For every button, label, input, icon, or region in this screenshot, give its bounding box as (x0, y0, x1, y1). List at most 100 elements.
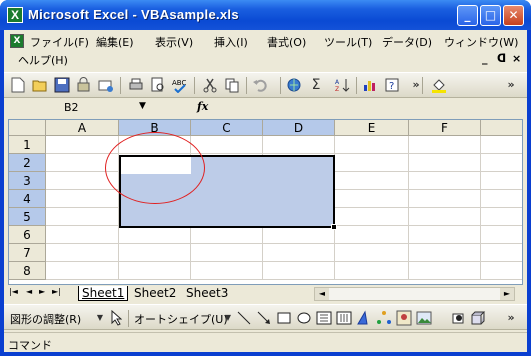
column-header-f[interactable]: F (409, 120, 481, 136)
row-header-6[interactable]: 6 (9, 226, 46, 244)
grid-cell[interactable] (191, 262, 263, 280)
fill-color-icon[interactable] (431, 77, 447, 93)
previous-sheet-button[interactable]: ◄ (26, 287, 32, 296)
arrow-icon[interactable] (256, 310, 272, 326)
diagram-icon[interactable] (376, 310, 392, 326)
menu-insert[interactable]: 挿入(I) (214, 34, 248, 50)
select-all-button[interactable] (9, 120, 46, 136)
insert-picture-icon[interactable] (416, 310, 432, 326)
grid-cell[interactable] (481, 172, 522, 190)
grid-cell[interactable] (481, 244, 522, 262)
grid-cell[interactable] (335, 154, 409, 172)
toolbar-overflow-icon[interactable]: » (503, 77, 519, 93)
grid-cell[interactable] (481, 226, 522, 244)
grid-cell[interactable] (481, 190, 522, 208)
grid-cell[interactable] (191, 244, 263, 262)
grid-cell[interactable] (335, 190, 409, 208)
maximize-button[interactable]: □ (480, 5, 501, 26)
new-icon[interactable] (10, 77, 26, 93)
menu-help[interactable]: ヘルプ(H) (18, 52, 68, 68)
autosum-icon[interactable]: Σ (308, 77, 324, 93)
row-header-3[interactable]: 3 (9, 172, 46, 190)
grid-cell[interactable] (409, 172, 481, 190)
grid-cell[interactable] (481, 154, 522, 172)
grid-cell[interactable] (409, 154, 481, 172)
title-bar[interactable]: X Microsoft Excel - VBAsample.xls _ □ ✕ (0, 0, 531, 30)
grid-cell[interactable] (191, 136, 263, 154)
minimize-button[interactable]: _ (457, 5, 478, 26)
grid-cell[interactable] (263, 262, 335, 280)
cut-icon[interactable] (202, 77, 218, 93)
menu-data[interactable]: データ(D) (382, 34, 432, 50)
grid-cell[interactable] (46, 262, 119, 280)
rectangle-icon[interactable] (276, 310, 292, 326)
grid-cell[interactable] (263, 136, 335, 154)
sheet-tab-sheet2[interactable]: Sheet2 (131, 286, 179, 301)
next-sheet-button[interactable]: ► (39, 287, 45, 296)
grid-cell[interactable] (46, 244, 119, 262)
column-header-d[interactable]: D (263, 120, 335, 136)
menu-file[interactable]: ファイル(F) (30, 34, 89, 50)
chevron-down-icon[interactable]: ▼ (92, 310, 108, 326)
close-button[interactable]: ✕ (503, 5, 524, 26)
scroll-left-icon[interactable]: ◄ (315, 288, 329, 300)
grid-cell[interactable] (263, 226, 335, 244)
line-icon[interactable] (236, 310, 252, 326)
autoshapes-menu[interactable]: オートシェイプ(U) (134, 311, 228, 327)
row-header-2[interactable]: 2 (9, 154, 46, 172)
print-icon[interactable] (128, 77, 144, 93)
formula-input[interactable] (214, 100, 525, 117)
scroll-right-icon[interactable]: ► (500, 288, 514, 300)
grid-cell[interactable] (119, 244, 191, 262)
column-header-a[interactable]: A (46, 120, 119, 136)
3d-icon[interactable] (470, 310, 486, 326)
workbook-icon[interactable]: X (10, 34, 24, 48)
excel-app-icon[interactable]: X (7, 7, 23, 23)
menu-edit[interactable]: 編集(E) (96, 34, 134, 50)
horizontal-scrollbar[interactable]: ◄ ► (314, 287, 515, 301)
undo-icon[interactable] (252, 77, 268, 93)
spelling-icon[interactable]: ABC (172, 77, 188, 94)
menu-tools[interactable]: ツール(T) (324, 34, 372, 50)
fill-handle[interactable] (331, 224, 337, 230)
clip-art-icon[interactable] (396, 310, 412, 326)
sheet-tab-sheet1[interactable]: Sheet1 (78, 286, 129, 301)
help-icon[interactable]: ? (384, 77, 400, 93)
grid-cell[interactable] (481, 262, 522, 280)
grid-cell[interactable] (335, 172, 409, 190)
open-icon[interactable] (32, 77, 48, 93)
menu-format[interactable]: 書式(O) (267, 34, 306, 50)
grid-cell[interactable] (409, 208, 481, 226)
column-header-c[interactable]: C (191, 120, 263, 136)
menu-view[interactable]: 表示(V) (155, 34, 193, 50)
print-preview-icon[interactable] (150, 77, 166, 93)
toolbar-overflow-icon[interactable]: » (503, 310, 519, 326)
grid-cell[interactable] (481, 208, 522, 226)
grid-cell[interactable] (335, 208, 409, 226)
grid-cell[interactable] (409, 136, 481, 154)
worksheet-grid[interactable]: A B C D E F 1 2 3 4 5 6 7 8 (8, 119, 523, 285)
chart-wizard-icon[interactable] (362, 77, 378, 93)
grid-cell[interactable] (191, 226, 263, 244)
grid-cell[interactable] (481, 136, 522, 154)
grid-cell[interactable] (409, 244, 481, 262)
grid-cell[interactable] (335, 226, 409, 244)
last-sheet-button[interactable]: ►| (52, 287, 61, 296)
grid-cell[interactable] (335, 262, 409, 280)
workbook-restore-button[interactable]: ᗡ (497, 52, 506, 65)
workbook-minimize-button[interactable]: _ (482, 52, 488, 65)
select-objects-icon[interactable] (108, 309, 124, 326)
chevron-down-icon[interactable]: ▼ (220, 310, 236, 326)
first-sheet-button[interactable]: |◄ (9, 287, 18, 296)
row-header-7[interactable]: 7 (9, 244, 46, 262)
grid-cell[interactable] (119, 226, 191, 244)
row-header-1[interactable]: 1 (9, 136, 46, 154)
grid-cell[interactable] (335, 136, 409, 154)
vertical-text-box-icon[interactable] (336, 310, 352, 326)
sort-ascending-icon[interactable]: AZ (334, 77, 350, 93)
wordart-icon[interactable] (356, 310, 372, 326)
menu-window[interactable]: ウィンドウ(W) (444, 34, 518, 50)
draw-menu[interactable]: 図形の調整(R) (10, 311, 81, 327)
grid-cell[interactable] (409, 226, 481, 244)
grid-cell[interactable] (263, 244, 335, 262)
